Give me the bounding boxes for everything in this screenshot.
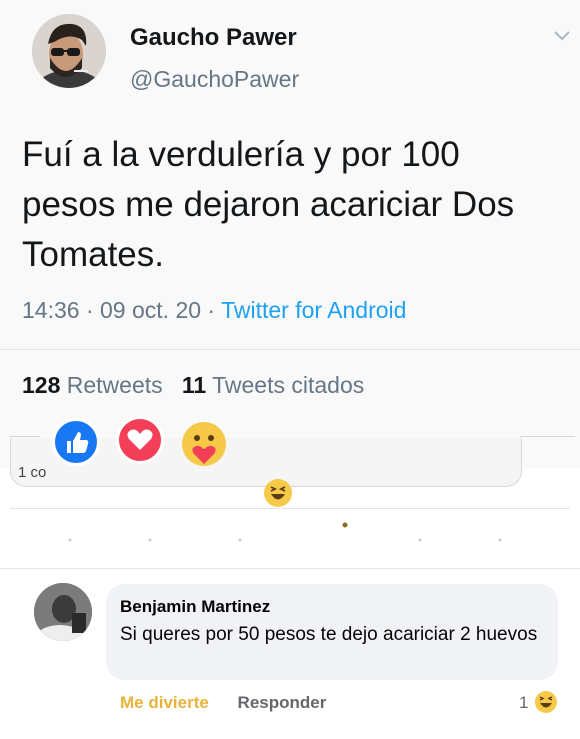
divider: [10, 436, 40, 437]
tweet-time: 14:36: [22, 297, 80, 323]
chevron-down-icon[interactable]: [551, 24, 573, 46]
comment-actions: Me divierte Responder: [120, 693, 326, 713]
care-icon[interactable]: [180, 420, 228, 468]
tweet-card: Gaucho Pawer @GauchoPawer Fuí a la verdu…: [0, 0, 580, 468]
tweet-meta: 14:36 · 09 oct. 20 · Twitter for Android: [22, 297, 406, 324]
commenter-avatar[interactable]: [34, 583, 92, 641]
reaction-button[interactable]: Me divierte: [120, 693, 209, 712]
tweet-source-link[interactable]: Twitter for Android: [221, 297, 406, 323]
comment-text: Si queres por 50 pesos te dejo acariciar…: [120, 624, 538, 645]
author-avatar[interactable]: [32, 14, 106, 88]
reaction-count-text: 1 co: [18, 464, 47, 481]
divider: [10, 508, 570, 509]
haha-icon[interactable]: [534, 690, 558, 714]
tweet-stats: 128 Retweets 11 Tweets citados: [22, 372, 364, 399]
tweet-date: 09 oct. 20: [100, 297, 202, 323]
meta-separator: ·: [79, 297, 101, 323]
commenter-name[interactable]: Benjamin Martinez: [120, 597, 270, 617]
haha-icon: [264, 479, 292, 507]
reply-button[interactable]: Responder: [238, 693, 327, 712]
author-handle[interactable]: @GauchoPawer: [130, 66, 299, 93]
faded-dots: [68, 522, 502, 542]
tweet-text: Fuí a la verdulería y por 100 pesos me d…: [22, 135, 515, 274]
divider: [0, 349, 580, 350]
like-icon[interactable]: [52, 418, 100, 466]
quotes-stat[interactable]: 11 Tweets citados: [182, 372, 364, 398]
divider: [0, 568, 580, 569]
retweets-stat[interactable]: 128 Retweets: [22, 372, 163, 398]
meta-separator: ·: [201, 297, 222, 323]
love-icon[interactable]: [116, 416, 164, 464]
comment-reaction-count[interactable]: 1: [519, 693, 528, 713]
author-name[interactable]: Gaucho Pawer: [130, 24, 297, 52]
divider: [520, 436, 575, 437]
